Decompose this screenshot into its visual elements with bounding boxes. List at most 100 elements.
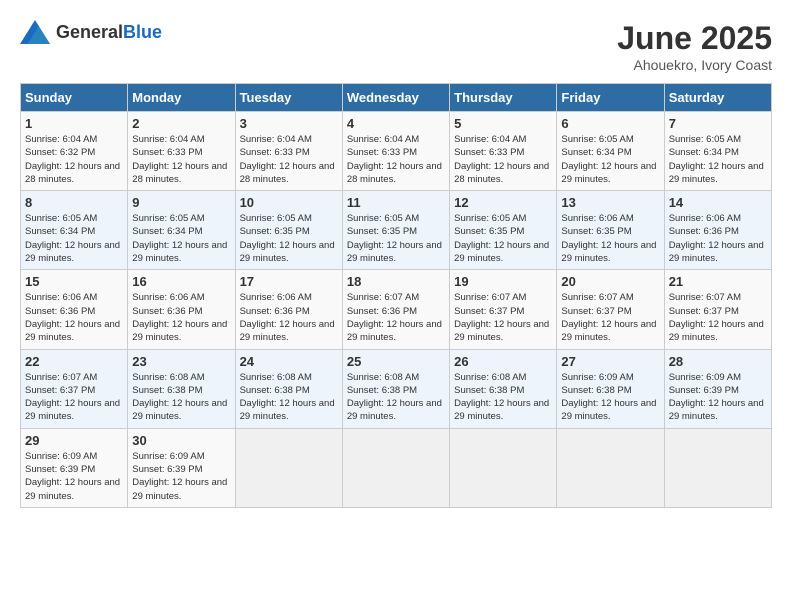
calendar-week-1: 1 Sunrise: 6:04 AM Sunset: 6:32 PM Daylig… — [21, 112, 772, 191]
day-number: 15 — [25, 274, 123, 289]
logo-icon — [20, 20, 50, 44]
calendar-cell: 25 Sunrise: 6:08 AM Sunset: 6:38 PM Dayli… — [342, 349, 449, 428]
day-detail: Sunrise: 6:05 AM Sunset: 6:35 PM Dayligh… — [347, 212, 445, 265]
day-header-saturday: Saturday — [664, 84, 771, 112]
logo-general: General — [56, 22, 123, 42]
calendar-cell — [235, 428, 342, 507]
day-detail: Sunrise: 6:04 AM Sunset: 6:33 PM Dayligh… — [454, 133, 552, 186]
calendar-cell: 27Sunrise: 6:09 AM Sunset: 6:38 PM Dayli… — [557, 349, 664, 428]
day-detail: Sunrise: 6:07 AM Sunset: 6:36 PM Dayligh… — [347, 291, 445, 344]
calendar-header-row: SundayMondayTuesdayWednesdayThursdayFrid… — [21, 84, 772, 112]
day-detail: Sunrise: 6:05 AM Sunset: 6:34 PM Dayligh… — [561, 133, 659, 186]
calendar-cell — [342, 428, 449, 507]
day-detail: Sunrise: 6:07 AM Sunset: 6:37 PM Dayligh… — [454, 291, 552, 344]
day-number: 12 — [454, 195, 552, 210]
calendar-subtitle: Ahouekro, Ivory Coast — [617, 57, 772, 73]
calendar-cell: 23Sunrise: 6:08 AM Sunset: 6:38 PM Dayli… — [128, 349, 235, 428]
day-detail: Sunrise: 6:07 AM Sunset: 6:37 PM Dayligh… — [561, 291, 659, 344]
day-number: 3 — [240, 116, 338, 131]
day-number: 13 — [561, 195, 659, 210]
day-number: 8 — [25, 195, 123, 210]
day-number: 25 — [347, 354, 445, 369]
calendar-cell — [557, 428, 664, 507]
calendar-cell: 18 Sunrise: 6:07 AM Sunset: 6:36 PM Dayli… — [342, 270, 449, 349]
day-number: 4 — [347, 116, 445, 131]
calendar-cell: 15Sunrise: 6:06 AM Sunset: 6:36 PM Dayli… — [21, 270, 128, 349]
day-number: 26 — [454, 354, 552, 369]
calendar-cell: 30 Sunrise: 6:09 AM Sunset: 6:39 PM Dayli… — [128, 428, 235, 507]
calendar-cell: 2Sunrise: 6:04 AM Sunset: 6:33 PM Daylig… — [128, 112, 235, 191]
calendar-cell: 1 Sunrise: 6:04 AM Sunset: 6:32 PM Daylig… — [21, 112, 128, 191]
day-number: 22 — [25, 354, 123, 369]
day-number: 1 — [25, 116, 123, 131]
day-number: 21 — [669, 274, 767, 289]
calendar-cell: 13 Sunrise: 6:06 AM Sunset: 6:35 PM Dayli… — [557, 191, 664, 270]
day-detail: Sunrise: 6:04 AM Sunset: 6:33 PM Dayligh… — [347, 133, 445, 186]
day-number: 6 — [561, 116, 659, 131]
logo-text: GeneralBlue — [56, 22, 162, 43]
calendar-cell: 28 Sunrise: 6:09 AM Sunset: 6:39 PM Dayli… — [664, 349, 771, 428]
calendar-cell — [664, 428, 771, 507]
day-number: 29 — [25, 433, 123, 448]
calendar-cell: 7Sunrise: 6:05 AM Sunset: 6:34 PM Daylig… — [664, 112, 771, 191]
calendar-cell: 29 Sunrise: 6:09 AM Sunset: 6:39 PM Dayli… — [21, 428, 128, 507]
calendar-cell: 8Sunrise: 6:05 AM Sunset: 6:34 PM Daylig… — [21, 191, 128, 270]
day-header-tuesday: Tuesday — [235, 84, 342, 112]
day-number: 20 — [561, 274, 659, 289]
calendar-cell: 11 Sunrise: 6:05 AM Sunset: 6:35 PM Dayli… — [342, 191, 449, 270]
day-number: 11 — [347, 195, 445, 210]
calendar-cell: 3 Sunrise: 6:04 AM Sunset: 6:33 PM Daylig… — [235, 112, 342, 191]
calendar-title: June 2025 — [617, 20, 772, 57]
day-detail: Sunrise: 6:09 AM Sunset: 6:39 PM Dayligh… — [669, 371, 767, 424]
logo: GeneralBlue — [20, 20, 162, 44]
day-number: 28 — [669, 354, 767, 369]
day-number: 18 — [347, 274, 445, 289]
calendar-week-4: 22 Sunrise: 6:07 AM Sunset: 6:37 PM Dayli… — [21, 349, 772, 428]
logo-blue: Blue — [123, 22, 162, 42]
day-detail: Sunrise: 6:09 AM Sunset: 6:39 PM Dayligh… — [132, 450, 230, 503]
day-number: 9 — [132, 195, 230, 210]
day-header-monday: Monday — [128, 84, 235, 112]
calendar-cell: 4 Sunrise: 6:04 AM Sunset: 6:33 PM Daylig… — [342, 112, 449, 191]
day-detail: Sunrise: 6:04 AM Sunset: 6:32 PM Dayligh… — [25, 133, 123, 186]
day-header-wednesday: Wednesday — [342, 84, 449, 112]
calendar-cell: 21 Sunrise: 6:07 AM Sunset: 6:37 PM Dayli… — [664, 270, 771, 349]
day-number: 17 — [240, 274, 338, 289]
calendar-cell: 10 Sunrise: 6:05 AM Sunset: 6:35 PM Dayli… — [235, 191, 342, 270]
calendar-cell: 26Sunrise: 6:08 AM Sunset: 6:38 PM Dayli… — [450, 349, 557, 428]
day-number: 7 — [669, 116, 767, 131]
day-detail: Sunrise: 6:08 AM Sunset: 6:38 PM Dayligh… — [347, 371, 445, 424]
day-detail: Sunrise: 6:05 AM Sunset: 6:35 PM Dayligh… — [454, 212, 552, 265]
calendar-cell: 6 Sunrise: 6:05 AM Sunset: 6:34 PM Daylig… — [557, 112, 664, 191]
day-detail: Sunrise: 6:07 AM Sunset: 6:37 PM Dayligh… — [669, 291, 767, 344]
day-detail: Sunrise: 6:05 AM Sunset: 6:35 PM Dayligh… — [240, 212, 338, 265]
day-detail: Sunrise: 6:09 AM Sunset: 6:39 PM Dayligh… — [25, 450, 123, 503]
calendar-cell: 19Sunrise: 6:07 AM Sunset: 6:37 PM Dayli… — [450, 270, 557, 349]
calendar-cell: 17 Sunrise: 6:06 AM Sunset: 6:36 PM Dayli… — [235, 270, 342, 349]
calendar-cell: 24 Sunrise: 6:08 AM Sunset: 6:38 PM Dayli… — [235, 349, 342, 428]
day-header-thursday: Thursday — [450, 84, 557, 112]
title-area: June 2025 Ahouekro, Ivory Coast — [617, 20, 772, 73]
day-number: 23 — [132, 354, 230, 369]
calendar-cell: 22 Sunrise: 6:07 AM Sunset: 6:37 PM Dayli… — [21, 349, 128, 428]
calendar-cell: 20 Sunrise: 6:07 AM Sunset: 6:37 PM Dayli… — [557, 270, 664, 349]
day-number: 30 — [132, 433, 230, 448]
calendar-week-5: 29 Sunrise: 6:09 AM Sunset: 6:39 PM Dayli… — [21, 428, 772, 507]
day-header-friday: Friday — [557, 84, 664, 112]
day-detail: Sunrise: 6:08 AM Sunset: 6:38 PM Dayligh… — [240, 371, 338, 424]
day-header-sunday: Sunday — [21, 84, 128, 112]
calendar-cell — [450, 428, 557, 507]
calendar-cell: 9 Sunrise: 6:05 AM Sunset: 6:34 PM Daylig… — [128, 191, 235, 270]
day-detail: Sunrise: 6:05 AM Sunset: 6:34 PM Dayligh… — [132, 212, 230, 265]
day-detail: Sunrise: 6:07 AM Sunset: 6:37 PM Dayligh… — [25, 371, 123, 424]
calendar-cell: 16Sunrise: 6:06 AM Sunset: 6:36 PM Dayli… — [128, 270, 235, 349]
day-number: 27 — [561, 354, 659, 369]
calendar-cell: 14Sunrise: 6:06 AM Sunset: 6:36 PM Dayli… — [664, 191, 771, 270]
day-number: 24 — [240, 354, 338, 369]
day-detail: Sunrise: 6:04 AM Sunset: 6:33 PM Dayligh… — [240, 133, 338, 186]
day-detail: Sunrise: 6:06 AM Sunset: 6:36 PM Dayligh… — [669, 212, 767, 265]
day-detail: Sunrise: 6:06 AM Sunset: 6:35 PM Dayligh… — [561, 212, 659, 265]
day-detail: Sunrise: 6:06 AM Sunset: 6:36 PM Dayligh… — [132, 291, 230, 344]
day-number: 10 — [240, 195, 338, 210]
day-detail: Sunrise: 6:06 AM Sunset: 6:36 PM Dayligh… — [240, 291, 338, 344]
